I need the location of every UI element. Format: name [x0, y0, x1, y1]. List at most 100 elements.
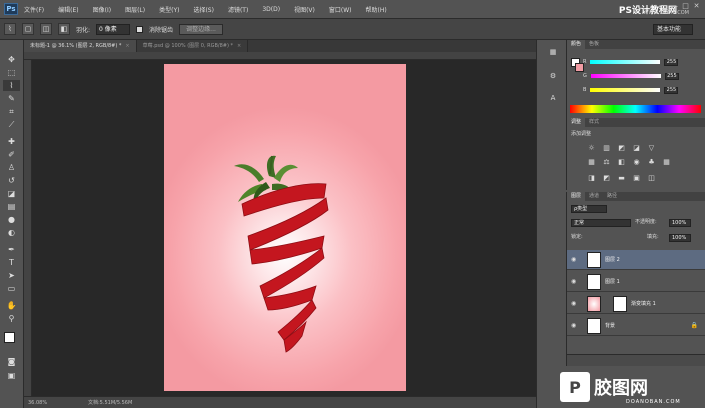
tab-paths[interactable]: 路径	[603, 192, 621, 201]
brush-tool-icon[interactable]: ✐	[3, 149, 20, 160]
adjustment-row-2: ▦ ⚖ ◧ ◉ ♣ ▦	[587, 158, 671, 166]
tab-swatches[interactable]: 色板	[585, 40, 603, 49]
levels-icon[interactable]: ▥	[602, 144, 611, 152]
document-canvas[interactable]	[164, 64, 406, 391]
quick-select-tool-icon[interactable]: ✎	[3, 93, 20, 104]
visibility-eye-icon[interactable]: ◉	[571, 272, 579, 292]
menu-edit[interactable]: 编辑(E)	[58, 5, 78, 14]
properties-panel-icon[interactable]: ⚙	[547, 70, 559, 82]
r-value[interactable]: 255	[664, 58, 679, 66]
minimize-button[interactable]: —	[670, 2, 679, 11]
fill-input[interactable]: 100%	[669, 234, 691, 242]
blend-mode-select[interactable]: 正常	[571, 219, 631, 227]
menu-image[interactable]: 图像(I)	[93, 5, 111, 14]
black-white-icon[interactable]: ◧	[617, 158, 626, 166]
hue-saturation-icon[interactable]: ▦	[587, 158, 596, 166]
refine-edge-button[interactable]: 调整边缘...	[179, 23, 224, 35]
crop-tool-icon[interactable]: ⌗	[3, 106, 20, 117]
g-slider[interactable]	[590, 74, 661, 78]
menu-type[interactable]: 类型(Y)	[159, 5, 179, 14]
subtract-selection-icon[interactable]: ◧	[58, 23, 70, 35]
tab-color[interactable]: 颜色	[567, 40, 586, 49]
lasso-tool-icon[interactable]: ⌇	[3, 80, 20, 91]
type-tool-icon[interactable]: T	[3, 257, 20, 268]
layer-row[interactable]: ◉ 图层 1	[567, 272, 705, 292]
marquee-tool-icon[interactable]: ⬚	[3, 67, 20, 78]
tab-strawberry[interactable]: 草莓.psd @ 100% (图层 0, RGB/8#) * ×	[136, 40, 249, 52]
photo-filter-icon[interactable]: ◉	[632, 158, 641, 166]
menu-filter[interactable]: 滤镜(T)	[228, 5, 248, 14]
layer-thumbnail	[587, 318, 601, 334]
layer-row[interactable]: ◉ 背景 🔒	[567, 316, 705, 336]
layer-filter-select[interactable]: ρ类型	[571, 205, 607, 213]
b-value[interactable]: 255	[664, 86, 679, 94]
tab-styles[interactable]: 样式	[585, 118, 603, 127]
tab-adjustments[interactable]: 调整	[567, 118, 586, 127]
healing-brush-tool-icon[interactable]: ✚	[3, 136, 20, 147]
strawberry-artwork	[234, 155, 329, 353]
dodge-tool-icon[interactable]: ◐	[3, 227, 20, 238]
color-spectrum[interactable]	[570, 105, 701, 113]
opacity-input[interactable]: 100%	[669, 219, 691, 227]
menu-3d[interactable]: 3D(D)	[262, 6, 280, 13]
hand-tool-icon[interactable]: ✋	[3, 300, 20, 311]
gradient-tool-icon[interactable]: ▤	[3, 201, 20, 212]
invert-icon[interactable]: ◨	[587, 174, 596, 182]
clone-stamp-tool-icon[interactable]: ♙	[3, 162, 20, 173]
tab-untitled[interactable]: 未标题-1 @ 36.1% (图层 2, RGB/8#) * ×	[24, 40, 137, 52]
curves-icon[interactable]: ◩	[617, 144, 626, 152]
g-value[interactable]: 255	[664, 72, 679, 80]
menu-file[interactable]: 文件(F)	[24, 5, 44, 14]
color-lookup-icon[interactable]: ▦	[662, 158, 671, 166]
close-tab-icon[interactable]: ×	[125, 43, 129, 49]
zoom-level[interactable]: 36.08%	[28, 397, 47, 408]
close-tab-icon[interactable]: ×	[237, 43, 241, 49]
b-slider[interactable]	[590, 88, 661, 92]
screen-mode-icon[interactable]: ▣	[3, 370, 20, 381]
path-select-tool-icon[interactable]: ➤	[3, 270, 20, 281]
r-slider[interactable]	[590, 60, 661, 64]
close-button[interactable]: ✕	[692, 2, 701, 11]
move-tool-icon[interactable]: ✥	[3, 54, 20, 65]
history-panel-icon[interactable]: ▦	[547, 46, 559, 58]
menu-window[interactable]: 窗口(W)	[329, 5, 352, 14]
color-balance-icon[interactable]: ⚖	[602, 158, 611, 166]
tab-channels[interactable]: 通道	[585, 192, 603, 201]
menu-view[interactable]: 视图(V)	[294, 5, 315, 14]
gradient-map-icon[interactable]: ◫	[647, 174, 656, 182]
eraser-tool-icon[interactable]: ◪	[3, 188, 20, 199]
blur-tool-icon[interactable]: ●	[3, 214, 20, 225]
antialias-checkbox[interactable]	[136, 25, 144, 33]
quick-mask-icon[interactable]: ◙	[3, 356, 20, 367]
shape-tool-icon[interactable]: ▭	[3, 283, 20, 294]
pen-tool-icon[interactable]: ✒	[3, 244, 20, 255]
feather-input[interactable]: 0 像素	[96, 23, 131, 35]
exposure-icon[interactable]: ◪	[632, 144, 641, 152]
tab-layers[interactable]: 图层	[567, 192, 586, 201]
eyedropper-tool-icon[interactable]: ⟋	[3, 119, 20, 130]
visibility-eye-icon[interactable]: ◉	[571, 316, 579, 336]
foreground-color-swatch[interactable]	[4, 332, 15, 343]
layer-row[interactable]: ◉ 图层 2	[567, 250, 705, 270]
threshold-icon[interactable]: ▬	[617, 174, 626, 182]
opacity-label: 不透明度:	[635, 219, 657, 225]
zoom-tool-icon[interactable]: ⚲	[3, 313, 20, 324]
visibility-eye-icon[interactable]: ◉	[571, 250, 579, 270]
vibrance-icon[interactable]: ▽	[647, 144, 656, 152]
lasso-tool-preset-icon[interactable]: ⌇	[4, 23, 16, 35]
menu-select[interactable]: 选择(S)	[193, 5, 214, 14]
brightness-icon[interactable]: ☼	[587, 144, 596, 152]
selective-color-icon[interactable]: ▣	[632, 174, 641, 182]
visibility-eye-icon[interactable]: ◉	[571, 294, 579, 314]
posterize-icon[interactable]: ◩	[602, 174, 611, 182]
maximize-button[interactable]: □	[681, 2, 690, 11]
menu-help[interactable]: 帮助(H)	[366, 5, 387, 14]
info-panel-icon[interactable]: A	[547, 92, 559, 104]
history-brush-tool-icon[interactable]: ↺	[3, 175, 20, 186]
workspace-select[interactable]: 基本功能	[653, 23, 693, 35]
channel-mixer-icon[interactable]: ♣	[647, 158, 656, 166]
add-selection-icon[interactable]: ◫	[40, 23, 52, 35]
menu-layer[interactable]: 图层(L)	[125, 5, 145, 14]
layer-row[interactable]: ◉ 渐变填充 1	[567, 294, 705, 314]
new-selection-icon[interactable]: ▢	[22, 23, 34, 35]
